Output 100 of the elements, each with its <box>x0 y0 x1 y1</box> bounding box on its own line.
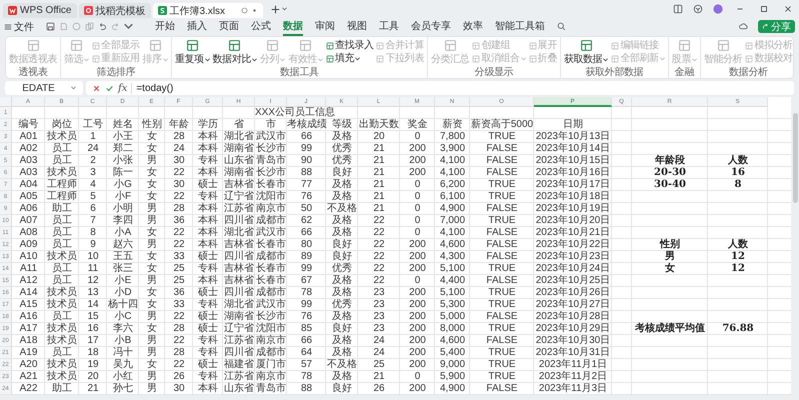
table-cell-text: 99 <box>300 143 314 155</box>
table-cell-text: 76 <box>300 311 314 323</box>
menu-tab[interactable]: 公式 <box>251 18 271 36</box>
table-cell-text: 员工 <box>51 347 73 358</box>
table-cell-text: 本科 <box>197 203 219 214</box>
table-cell-text: 员工 <box>51 143 73 155</box>
table-cell-text: 江苏省 <box>223 335 255 346</box>
ribbon-button[interactable]: 重复项 <box>174 39 210 65</box>
table-cell-text: TRUE <box>487 215 517 227</box>
table-cell-text: 薪资 <box>442 119 464 131</box>
table-cell-text: 江苏省 <box>223 371 255 382</box>
table-cell-text: 专科 <box>197 299 219 310</box>
layout-icon[interactable] <box>673 4 683 14</box>
table-cell-text: 200 <box>408 323 427 335</box>
table-cell-text: 22 <box>172 359 186 371</box>
table-cell-text: 24 <box>172 143 186 155</box>
table-cell-text: 4,600 <box>438 239 466 251</box>
cloud-icon[interactable] <box>739 22 748 31</box>
table-cell-text: 及格 <box>331 227 353 238</box>
caret-icon[interactable] <box>124 22 133 31</box>
table-cell-text: 62 <box>300 215 314 227</box>
grid-icon <box>528 42 537 50</box>
table-cell-text: 76 <box>300 191 314 203</box>
formula-field[interactable]: =today() <box>136 82 794 94</box>
table-cell-text: 21 <box>372 155 386 167</box>
table-cell-text: 员工 <box>51 311 73 322</box>
table-cell-text: 辽宁省 <box>223 323 255 334</box>
table-cell-text: 22 <box>372 275 386 287</box>
table-cell-text: 2023年11月1日 <box>538 359 608 371</box>
table-cell-text: 6 <box>89 203 97 215</box>
table-cell-text: 28 <box>172 203 186 215</box>
caret-icon[interactable] <box>282 7 286 11</box>
table-cell-text: 优秀 <box>331 155 353 166</box>
document-tab[interactable]: 找稻壳模板 <box>78 3 150 18</box>
document-tab[interactable]: WPS Office <box>3 3 76 18</box>
table-cell-text: 200 <box>408 251 427 263</box>
menu-tab[interactable]: 效率 <box>463 18 483 36</box>
avatar-icon[interactable] <box>713 4 723 14</box>
menu-tab[interactable]: 页面 <box>219 18 239 36</box>
table-cell-text: 湖南省 <box>223 311 255 322</box>
table-cell-text: 22 <box>172 311 186 323</box>
document-tab[interactable]: 工作簿3.xlsx <box>152 3 262 18</box>
group-label: 筛选排序 <box>96 67 136 78</box>
file-menu[interactable]: 文件 <box>4 20 34 34</box>
table-cell-text: A03 <box>18 155 38 167</box>
table-cell-text: 6,100 <box>438 191 466 203</box>
table-cell-text: 23 <box>372 323 386 335</box>
table-cell-text: 专科 <box>197 191 219 202</box>
ribbon-button[interactable]: 数据对比 <box>212 39 258 65</box>
menu-tab[interactable]: 审阅 <box>315 18 335 36</box>
table-cell-text: 18 <box>86 347 100 359</box>
table-cell-text: TRUE <box>487 131 517 143</box>
menu-tab[interactable]: 智能工具箱 <box>495 18 545 36</box>
new-tab-icon[interactable] <box>270 4 280 14</box>
ribbon-button[interactable]: 获取数据 <box>564 39 608 65</box>
table-cell-text: 2 <box>89 155 97 167</box>
share-button[interactable]: 分享 <box>758 20 795 33</box>
maximize-icon[interactable] <box>759 4 769 14</box>
summary-cell-text: 76.88 <box>721 323 755 335</box>
cube-icon[interactable] <box>693 4 703 14</box>
table-cell-text: 员工 <box>51 155 73 166</box>
table-cell-text: 山东省 <box>223 155 255 166</box>
menu-tab[interactable]: 视图 <box>347 18 367 36</box>
table-cell-text: 22 <box>172 167 186 179</box>
table-cell-text: 22 <box>372 263 386 275</box>
table-cell-text: 岗位 <box>51 119 73 130</box>
table-cell-text: 等级 <box>331 119 353 130</box>
save-icon[interactable] <box>46 22 55 31</box>
table-cell-text: 孙七 <box>112 383 134 395</box>
search-icon[interactable] <box>557 22 566 31</box>
scrollbar-thumb[interactable] <box>793 113 798 203</box>
table-cell-text: 工程师 <box>46 191 78 202</box>
table-cell-text: 吉林省 <box>223 263 255 274</box>
table-cell-text: 2023年10月29日 <box>534 323 612 335</box>
table-cell-text: 22 <box>372 239 386 251</box>
table-cell-text: A08 <box>18 227 38 239</box>
name-box[interactable]: EDATE <box>5 81 83 95</box>
table-cell-text: A09 <box>18 239 38 251</box>
table-cell-text: 4,400 <box>438 275 466 287</box>
table-cell-text: 23 <box>372 299 386 311</box>
table-cell-text: 女 <box>146 287 158 299</box>
ribbon-button[interactable]: 填充 <box>326 53 374 64</box>
table-cell-text: 200 <box>408 383 427 395</box>
menu-tab[interactable]: 开始 <box>155 18 175 36</box>
function-button[interactable]: fx <box>118 82 132 94</box>
check-icon[interactable] <box>105 84 114 92</box>
table-cell-text: 14 <box>86 299 100 311</box>
menu-tab[interactable]: 插入 <box>187 18 207 36</box>
table-cell-text: A01 <box>18 131 38 143</box>
spreadsheet-icon <box>158 6 166 15</box>
menu-tab[interactable]: 会员专享 <box>411 18 451 36</box>
table-cell-text: 技术员 <box>46 335 78 347</box>
menu-tab[interactable]: 工具 <box>379 18 399 36</box>
table-cell-text: 200 <box>408 167 427 179</box>
table-cell-text: 8 <box>89 227 97 239</box>
ribbon-button[interactable]: 查找录入 <box>326 40 374 51</box>
undo-icon[interactable] <box>98 22 107 31</box>
cancel-icon[interactable] <box>92 84 101 92</box>
table-cell-text: 1 <box>89 131 97 143</box>
table-cell-text: 78 <box>300 287 314 299</box>
